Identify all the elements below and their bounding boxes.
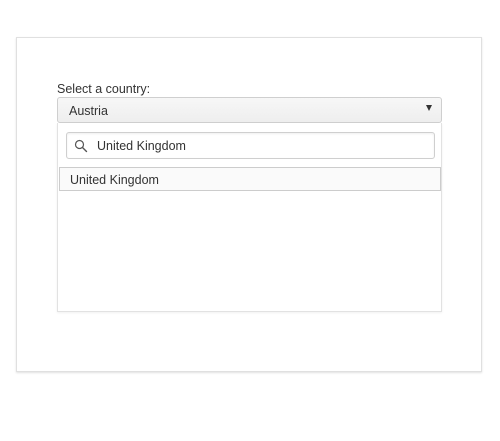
country-select[interactable]: Austria (57, 97, 442, 123)
country-label: Select a country: (57, 82, 151, 96)
dropdown-results-list: United Kingdom (58, 167, 441, 191)
dropdown-search-box[interactable] (66, 132, 435, 159)
dropdown-search-input[interactable] (97, 133, 427, 158)
caret-down-icon (426, 105, 432, 111)
search-icon (74, 139, 88, 153)
dropdown-result-item[interactable]: United Kingdom (59, 167, 441, 191)
country-select-value: Austria (69, 104, 108, 118)
form-card: Select a country: Austria United Kingdom (16, 37, 482, 372)
country-dropdown: United Kingdom (57, 123, 442, 312)
